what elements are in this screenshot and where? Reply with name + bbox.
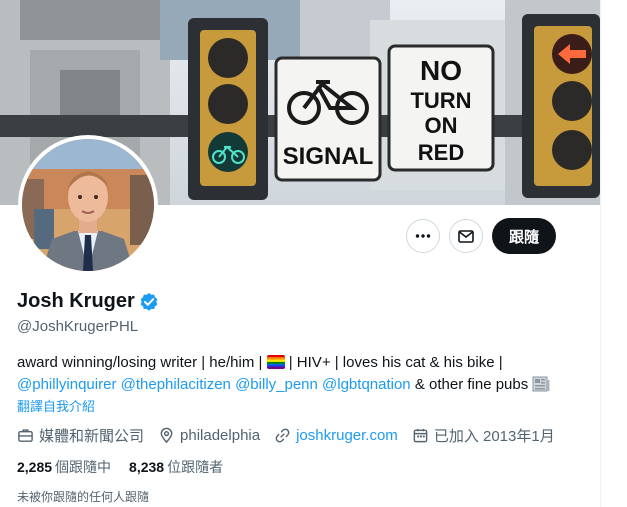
- followers-count: 8,238: [129, 459, 165, 475]
- followed-by-notice: 未被你跟隨的任何人跟隨: [17, 490, 150, 504]
- location-item: philadelphia: [158, 427, 260, 444]
- joined-item: 已加入 2013年1月: [412, 425, 555, 446]
- following-count: 2,285: [17, 459, 53, 475]
- joined-text: 已加入 2013年1月: [433, 428, 555, 445]
- more-button[interactable]: [405, 219, 440, 253]
- no-turn-sign-text: RED: [418, 140, 464, 165]
- link-icon: [275, 428, 290, 443]
- followers-link[interactable]: 8,238 位跟隨者: [129, 457, 223, 477]
- profile-bio: award winning/losing writer | he/him | |…: [17, 352, 587, 396]
- following-link[interactable]: 2,285 個跟隨中: [17, 457, 111, 477]
- no-turn-sign-text: ON: [425, 113, 458, 138]
- more-horizontal-icon: [415, 234, 431, 238]
- avatar-photo: [22, 139, 154, 271]
- rainbow-flag-icon: [266, 355, 285, 369]
- bike-sign-text: SIGNAL: [283, 143, 374, 170]
- mention-link[interactable]: @billy_penn: [235, 376, 318, 393]
- verified-badge-icon[interactable]: [139, 292, 159, 312]
- no-turn-sign-text: TURN: [410, 88, 471, 113]
- bio-text: | HIV+ | loves his cat & his bike |: [284, 354, 503, 371]
- user-handle: @JoshKrugerPHL: [17, 318, 139, 335]
- newspaper-icon: [532, 376, 550, 392]
- mention-link[interactable]: @phillyinquirer: [17, 376, 116, 393]
- briefcase-icon: [18, 429, 33, 442]
- mention-link[interactable]: @thephilacitizen: [121, 376, 231, 393]
- profile-page: SIGNAL NO TURN ON RED 跟隨 Josh Kruger @Jo…: [0, 0, 601, 507]
- display-name: Josh Kruger: [17, 290, 135, 312]
- profile-actions: 跟隨: [405, 218, 556, 254]
- category-text: 媒體和新聞公司: [39, 428, 145, 445]
- following-label: 個跟隨中: [55, 459, 112, 475]
- no-turn-sign-text: NO: [420, 55, 462, 86]
- location-pin-icon: [160, 427, 173, 444]
- location-text: philadelphia: [180, 427, 261, 444]
- bio-text: award winning/losing writer | he/him |: [17, 354, 267, 371]
- website-link[interactable]: joshkruger.com: [296, 427, 398, 444]
- website-item: joshkruger.com: [274, 427, 398, 444]
- envelope-icon: [458, 230, 474, 243]
- profile-avatar[interactable]: [18, 135, 158, 275]
- message-button[interactable]: [448, 219, 483, 253]
- profile-name-row: Josh Kruger: [17, 290, 159, 313]
- bio-text: & other fine pubs: [410, 376, 533, 393]
- follow-button[interactable]: 跟隨: [491, 218, 556, 254]
- follow-stats: 2,285 個跟隨中 8,238 位跟隨者: [17, 457, 223, 477]
- followers-label: 位跟隨者: [167, 459, 224, 475]
- category-item: 媒體和新聞公司: [17, 425, 144, 446]
- translate-bio-link[interactable]: 翻譯自我介紹: [17, 396, 95, 415]
- calendar-icon: [413, 428, 428, 443]
- mention-link[interactable]: @lgbtqnation: [322, 376, 411, 393]
- profile-meta: 媒體和新聞公司 philadelphia joshkruger.com 已加入 …: [17, 425, 569, 446]
